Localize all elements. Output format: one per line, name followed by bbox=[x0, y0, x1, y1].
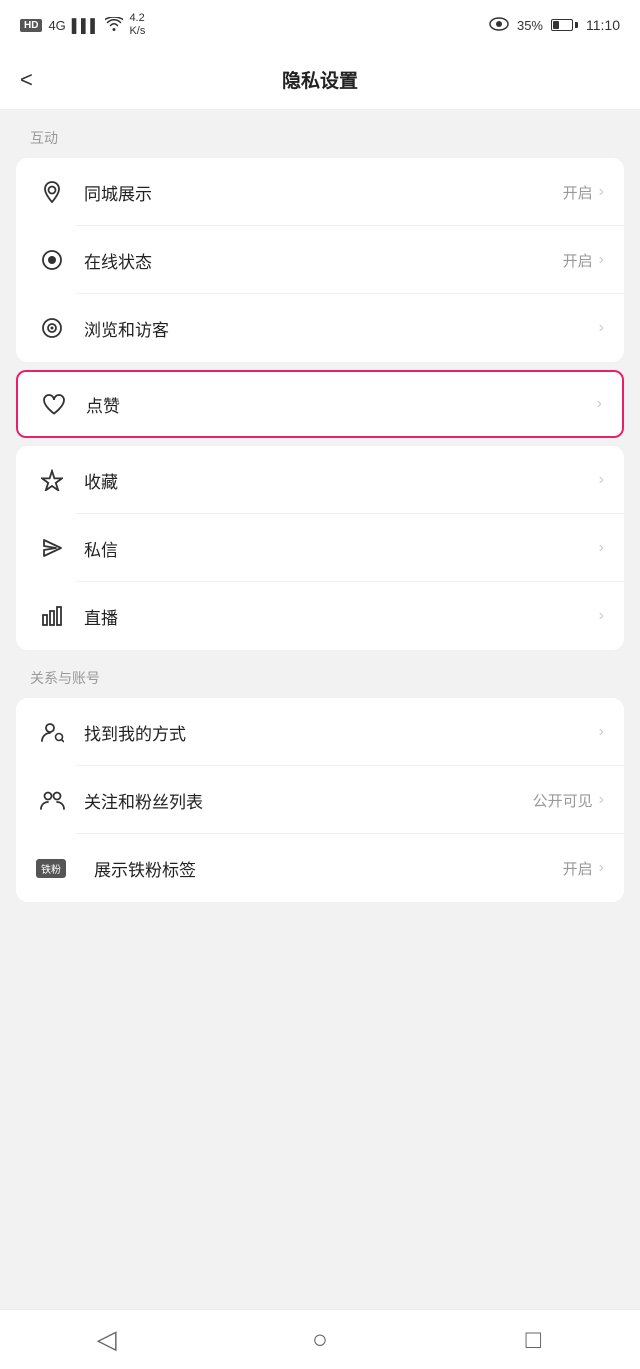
time-display: 11:10 bbox=[586, 17, 620, 33]
chevron-icon-tongcheng: › bbox=[599, 183, 604, 201]
menu-text-findme: 找到我的方式 bbox=[84, 720, 593, 745]
menu-item-ironfan[interactable]: 铁粉 展示铁粉标签 开启 › bbox=[16, 834, 624, 902]
menu-item-browse[interactable]: 浏览和访客 › bbox=[16, 294, 624, 362]
menu-item-live[interactable]: 直播 › bbox=[16, 582, 624, 650]
menu-text-browse: 浏览和访客 bbox=[84, 316, 593, 341]
menu-text-message: 私信 bbox=[84, 536, 593, 561]
header: < 隐私设置 bbox=[0, 50, 640, 110]
section-label-relation: 关系与账号 bbox=[0, 650, 640, 698]
menu-value-ironfan: 开启 bbox=[563, 858, 593, 879]
browse-icon bbox=[36, 317, 68, 339]
menu-text-ironfan: 展示铁粉标签 bbox=[94, 856, 563, 881]
iron-fan-label: 铁粉 bbox=[36, 859, 66, 878]
menu-text-like: 点赞 bbox=[86, 392, 591, 417]
star-icon bbox=[36, 469, 68, 491]
like-heart-icon bbox=[38, 393, 70, 415]
eye-icon bbox=[489, 17, 509, 34]
chevron-icon-like: › bbox=[597, 395, 602, 413]
nav-recent-button[interactable]: □ bbox=[503, 1320, 563, 1360]
battery-icon bbox=[551, 19, 578, 31]
menu-item-like-highlighted[interactable]: 点赞 › bbox=[16, 370, 624, 438]
wifi-icon bbox=[105, 17, 123, 34]
menu-item-findme[interactable]: 找到我的方式 › bbox=[16, 698, 624, 766]
menu-text-collect: 收藏 bbox=[84, 468, 593, 493]
interaction-card-bottom: 收藏 › 私信 › 直播 bbox=[16, 446, 624, 650]
ironfan-badge-icon: 铁粉 bbox=[36, 859, 80, 878]
chevron-icon-online: › bbox=[599, 251, 604, 269]
menu-text-tongcheng: 同城展示 bbox=[84, 180, 563, 205]
chevron-icon-message: › bbox=[599, 539, 604, 557]
menu-value-online: 开启 bbox=[563, 250, 593, 271]
status-right: 35% 11:10 bbox=[489, 17, 620, 34]
menu-text-online: 在线状态 bbox=[84, 248, 563, 273]
chevron-icon-collect: › bbox=[599, 471, 604, 489]
status-bar: HD 4G ▌▌▌ 4.2 K/s 35% 11:10 bbox=[0, 0, 640, 50]
interaction-card-top: 同城展示 开启 › 在线状态 开启 › bbox=[16, 158, 624, 362]
battery-percent: 35% bbox=[517, 18, 543, 33]
network-speed: 4.2 K/s bbox=[129, 12, 145, 38]
location-icon bbox=[36, 181, 68, 203]
signal-text: 4G bbox=[48, 18, 65, 33]
hd-badge: HD bbox=[20, 19, 42, 32]
menu-value-followfans: 公开可见 bbox=[533, 790, 593, 811]
person-search-icon bbox=[36, 721, 68, 743]
chevron-icon-findme: › bbox=[599, 723, 604, 741]
nav-home-button[interactable]: ○ bbox=[290, 1320, 350, 1360]
signal-bars-icon: ▌▌▌ bbox=[72, 18, 100, 33]
chevron-icon-live: › bbox=[599, 607, 604, 625]
nav-back-button[interactable]: ◁ bbox=[77, 1320, 137, 1360]
menu-text-live: 直播 bbox=[84, 604, 593, 629]
send-icon bbox=[36, 537, 68, 559]
relation-card: 找到我的方式 › 关注和粉丝列表 公开可见 › 铁粉 展示铁粉标签 bbox=[16, 698, 624, 902]
page-title: 隐私设置 bbox=[282, 66, 358, 93]
persons-icon bbox=[36, 789, 68, 811]
menu-item-collect[interactable]: 收藏 › bbox=[16, 446, 624, 514]
chevron-icon-ironfan: › bbox=[599, 859, 604, 877]
bottom-nav: ◁ ○ □ bbox=[0, 1309, 640, 1369]
menu-item-message[interactable]: 私信 › bbox=[16, 514, 624, 582]
status-left: HD 4G ▌▌▌ 4.2 K/s bbox=[20, 12, 145, 38]
menu-item-followfans[interactable]: 关注和粉丝列表 公开可见 › bbox=[16, 766, 624, 834]
spacer-before-like bbox=[0, 362, 640, 370]
menu-text-followfans: 关注和粉丝列表 bbox=[84, 788, 533, 813]
back-button[interactable]: < bbox=[20, 67, 33, 93]
page-content: 互动 同城展示 开启 › 在线状态 开启 bbox=[0, 110, 640, 982]
menu-item-tongcheng[interactable]: 同城展示 开启 › bbox=[16, 158, 624, 226]
bar-chart-icon bbox=[36, 605, 68, 627]
chevron-icon-browse: › bbox=[599, 319, 604, 337]
online-icon bbox=[36, 249, 68, 271]
menu-value-tongcheng: 开启 bbox=[563, 182, 593, 203]
spacer-after-like bbox=[0, 438, 640, 446]
section-label-interaction: 互动 bbox=[0, 110, 640, 158]
menu-item-online[interactable]: 在线状态 开启 › bbox=[16, 226, 624, 294]
chevron-icon-followfans: › bbox=[599, 791, 604, 809]
